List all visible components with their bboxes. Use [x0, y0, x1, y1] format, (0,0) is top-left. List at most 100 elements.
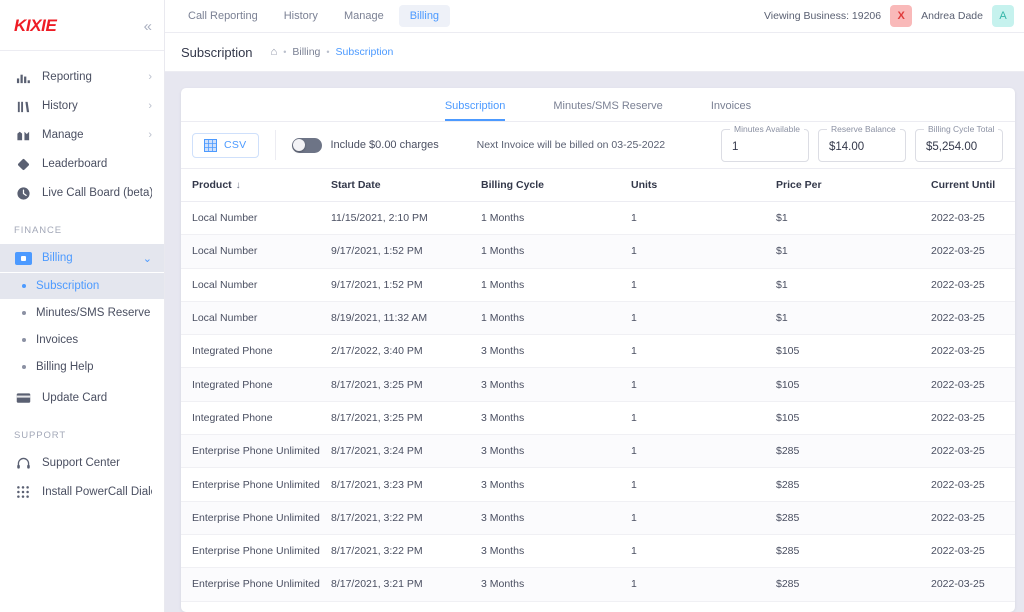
- column-header-start-date[interactable]: Start Date: [331, 169, 481, 202]
- stat-billing-cycle-total[interactable]: Billing Cycle Total $5,254.00: [915, 129, 1003, 162]
- tab-history[interactable]: History: [273, 5, 329, 27]
- home-icon[interactable]: ⌂: [271, 46, 278, 58]
- cell-billing-cycle: 3 Months: [481, 601, 631, 612]
- sidebar-item-subscription[interactable]: Subscription: [0, 273, 164, 299]
- cell-current-until: 2022-03-25: [931, 368, 1015, 401]
- breadcrumb-current[interactable]: Subscription: [336, 46, 394, 58]
- tab-manage[interactable]: Manage: [333, 5, 395, 27]
- column-header-price-per[interactable]: Price Per: [776, 169, 931, 202]
- cell-current-until: 2022-03-25: [931, 468, 1015, 501]
- sidebar-item-label: History: [42, 100, 148, 112]
- cell-start-date: 8/19/2021, 11:32 AM: [331, 301, 481, 334]
- sidebar-item-label: Support Center: [42, 457, 152, 469]
- table-row[interactable]: Integrated Phone8/17/2021, 3:25 PM3 Mont…: [181, 401, 1015, 434]
- sidebar-item-leaderboard[interactable]: Leaderboard: [0, 150, 164, 178]
- breadcrumb-parent[interactable]: Billing: [292, 46, 320, 58]
- table-row[interactable]: Local Number8/19/2021, 11:32 AM1 Months1…: [181, 301, 1015, 334]
- next-invoice-notice: Next Invoice will be billed on 03-25-202…: [477, 139, 666, 151]
- cell-current-until: 2022-03-25: [931, 335, 1015, 368]
- cell-units: 1: [631, 534, 776, 567]
- sort-descending-icon: ↓: [236, 180, 241, 191]
- bullet-icon: [22, 284, 26, 288]
- sidebar-item-billing-help[interactable]: Billing Help: [0, 354, 164, 380]
- table-row[interactable]: Integrated Phone2/17/2022, 3:40 PM3 Mont…: [181, 335, 1015, 368]
- content-tab-minutes-sms-reserve[interactable]: Minutes/SMS Reserve: [553, 100, 662, 121]
- top-tabs: Call Reporting History Manage Billing: [177, 5, 450, 27]
- sidebar-item-install-powercall-dialer[interactable]: Install PowerCall Dialer: [0, 478, 164, 506]
- sidebar-collapse-icon[interactable]: «: [144, 19, 152, 34]
- avatar[interactable]: A: [992, 5, 1014, 27]
- brand-logo: KIXIE: [14, 16, 56, 36]
- content-canvas: Subscription Minutes/SMS Reserve Invoice…: [165, 72, 1024, 612]
- table-row[interactable]: Local Number9/17/2021, 1:52 PM1 Months1$…: [181, 268, 1015, 301]
- table-row[interactable]: Enterprise Phone Unlimited8/17/2021, 3:2…: [181, 501, 1015, 534]
- table-row[interactable]: Enterprise Phone Unlimited8/17/2021, 3:2…: [181, 601, 1015, 612]
- cell-start-date: 2/17/2022, 3:40 PM: [331, 335, 481, 368]
- sidebar-nav: Reporting › History › Manage ›: [0, 63, 164, 207]
- bullet-icon: [22, 365, 26, 369]
- close-business-button[interactable]: X: [890, 5, 912, 27]
- cell-start-date: 8/17/2021, 3:22 PM: [331, 534, 481, 567]
- cell-billing-cycle: 3 Months: [481, 501, 631, 534]
- cell-units: 1: [631, 202, 776, 235]
- stat-minutes-available[interactable]: Minutes Available 1: [721, 129, 809, 162]
- cell-price-per: $285: [776, 468, 931, 501]
- content-tab-invoices[interactable]: Invoices: [711, 100, 751, 121]
- sidebar-item-history[interactable]: History ›: [0, 92, 164, 120]
- table-row[interactable]: Enterprise Phone Unlimited8/17/2021, 3:2…: [181, 435, 1015, 468]
- cell-current-until: 2022-03-25: [931, 235, 1015, 268]
- buildings-icon: [14, 126, 32, 144]
- sidebar-brand-row: KIXIE «: [0, 8, 164, 44]
- cell-price-per: $1: [776, 301, 931, 334]
- tab-billing[interactable]: Billing: [399, 5, 450, 27]
- export-csv-button[interactable]: CSV: [192, 133, 259, 158]
- cell-price-per: $285: [776, 534, 931, 567]
- tab-call-reporting[interactable]: Call Reporting: [177, 5, 269, 27]
- include-zero-charges-toggle[interactable]: Include $0.00 charges: [292, 138, 439, 153]
- table-row[interactable]: Local Number9/17/2021, 1:52 PM1 Months1$…: [181, 235, 1015, 268]
- stat-reserve-balance[interactable]: Reserve Balance $14.00: [818, 129, 906, 162]
- cell-product: Integrated Phone: [181, 335, 331, 368]
- sidebar-item-invoices[interactable]: Invoices: [0, 327, 164, 353]
- cell-price-per: $1: [776, 268, 931, 301]
- cell-units: 1: [631, 468, 776, 501]
- cell-units: 1: [631, 335, 776, 368]
- sidebar-item-update-card[interactable]: Update Card: [0, 384, 164, 412]
- column-header-product[interactable]: Product↓: [181, 169, 331, 202]
- billing-icon: [14, 249, 32, 267]
- cell-billing-cycle: 3 Months: [481, 568, 631, 601]
- breadcrumb-separator: •: [283, 47, 286, 57]
- sidebar-subitem-label: Billing Help: [36, 361, 94, 373]
- table-row[interactable]: Local Number11/15/2021, 2:10 PM1 Months1…: [181, 202, 1015, 235]
- cell-units: 1: [631, 268, 776, 301]
- sidebar-section-support: SUPPORT: [0, 430, 164, 441]
- table-row[interactable]: Enterprise Phone Unlimited8/17/2021, 3:2…: [181, 568, 1015, 601]
- stat-value: $5,254.00: [926, 141, 977, 153]
- sidebar-item-support-center[interactable]: Support Center: [0, 449, 164, 477]
- sidebar-item-minutes-sms-reserve[interactable]: Minutes/SMS Reserve: [0, 300, 164, 326]
- sidebar-item-manage[interactable]: Manage ›: [0, 121, 164, 149]
- cell-start-date: 8/17/2021, 3:21 PM: [331, 601, 481, 612]
- sidebar-item-billing[interactable]: Billing ⌄: [0, 244, 164, 272]
- cell-product: Local Number: [181, 268, 331, 301]
- cell-product: Enterprise Phone Unlimited: [181, 534, 331, 567]
- sidebar-item-reporting[interactable]: Reporting ›: [0, 63, 164, 91]
- sidebar-item-live-call-board[interactable]: Live Call Board (beta): [0, 179, 164, 207]
- cell-current-until: 2022-03-25: [931, 435, 1015, 468]
- column-header-billing-cycle[interactable]: Billing Cycle: [481, 169, 631, 202]
- cell-start-date: 8/17/2021, 3:25 PM: [331, 368, 481, 401]
- table-head: Product↓ Start Date Billing Cycle Units …: [181, 169, 1015, 202]
- cell-price-per: $1: [776, 202, 931, 235]
- toggle-switch[interactable]: [292, 138, 322, 153]
- column-header-units[interactable]: Units: [631, 169, 776, 202]
- content-tab-subscription[interactable]: Subscription: [445, 100, 506, 121]
- sidebar-divider: [0, 50, 164, 51]
- column-header-current-until[interactable]: Current Until: [931, 169, 1015, 202]
- page-header: Subscription ⌂ • Billing • Subscription: [165, 33, 1024, 72]
- bullet-icon: [22, 338, 26, 342]
- cell-start-date: 8/17/2021, 3:25 PM: [331, 401, 481, 434]
- table-row[interactable]: Enterprise Phone Unlimited8/17/2021, 3:2…: [181, 468, 1015, 501]
- table-row[interactable]: Integrated Phone8/17/2021, 3:25 PM3 Mont…: [181, 368, 1015, 401]
- cell-billing-cycle: 3 Months: [481, 435, 631, 468]
- table-row[interactable]: Enterprise Phone Unlimited8/17/2021, 3:2…: [181, 534, 1015, 567]
